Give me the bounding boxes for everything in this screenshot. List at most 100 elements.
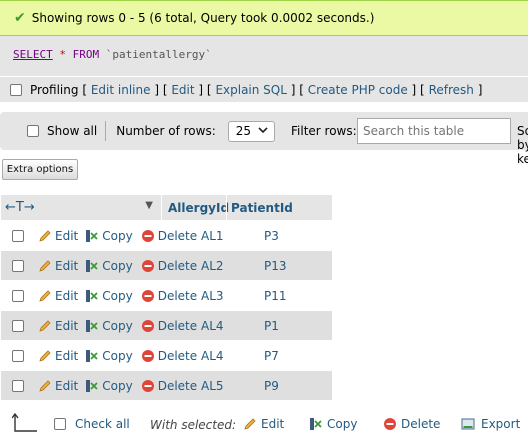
- column-header-allergyid[interactable]: AllergyId: [161, 194, 229, 221]
- row-delete-button[interactable]: Delete: [141, 259, 197, 273]
- explain-sql-link[interactable]: Explain SQL: [215, 83, 287, 97]
- cell-allergyid[interactable]: AL2: [195, 259, 260, 273]
- row-delete-label: Delete: [157, 348, 198, 363]
- copy-icon: [86, 289, 98, 302]
- bracket: [: [82, 82, 88, 97]
- row-edit-label: Edit: [55, 348, 79, 363]
- table-row[interactable]: Edit Copy Delete AL1 P3: [1, 221, 332, 251]
- row-copy-button[interactable]: Copy: [85, 229, 133, 243]
- row-edit-button[interactable]: Edit: [38, 289, 78, 303]
- footer-delete-button[interactable]: Delete: [383, 417, 440, 431]
- row-actions: Edit Copy Delete: [35, 229, 197, 243]
- row-edit-label: Edit: [55, 378, 79, 393]
- cell-allergyid[interactable]: AL5: [195, 379, 260, 393]
- cell-allergyid[interactable]: AL4: [195, 349, 260, 363]
- cell-patientid[interactable]: P13: [260, 259, 332, 273]
- column-header-patientid[interactable]: PatientId: [226, 194, 298, 221]
- rows-label: Number of rows:: [116, 124, 216, 138]
- row-delete-button[interactable]: Delete: [141, 289, 197, 303]
- profiling-label: Profiling: [30, 82, 79, 97]
- footer-edit-button[interactable]: Edit: [243, 417, 284, 431]
- cell-allergyid[interactable]: AL1: [195, 229, 260, 243]
- sql-select-keyword[interactable]: SELECT: [13, 48, 53, 61]
- results-table: ←T→ ▼ AllergyId PatientId Edit Copy Delete…: [1, 194, 332, 401]
- table-row[interactable]: Edit Copy Delete AL4 P1: [1, 311, 332, 341]
- check-all-label[interactable]: Check all: [75, 417, 130, 431]
- row-checkbox[interactable]: [12, 349, 24, 362]
- row-checkbox[interactable]: [12, 229, 24, 242]
- row-edit-button[interactable]: Edit: [38, 349, 78, 363]
- show-all-checkbox[interactable]: [27, 125, 39, 137]
- footer-export-label: Export: [481, 417, 521, 431]
- edit-inline-link[interactable]: Edit inline: [91, 83, 151, 97]
- row-checkbox[interactable]: [12, 379, 24, 392]
- row-delete-label: Delete: [157, 228, 198, 243]
- delete-icon: [141, 349, 154, 362]
- chevron-down-icon: [258, 126, 268, 137]
- row-delete-label: Delete: [157, 258, 198, 273]
- success-message-text: Showing rows 0 - 5 (6 total, Query took …: [31, 11, 375, 25]
- arrow-up-icon: [11, 412, 40, 437]
- row-edit-button[interactable]: Edit: [38, 229, 78, 243]
- cell-allergyid[interactable]: AL4: [195, 319, 260, 333]
- row-copy-button[interactable]: Copy: [85, 289, 133, 303]
- table-row[interactable]: Edit Copy Delete AL5 P9: [1, 371, 332, 401]
- row-checkbox[interactable]: [12, 259, 24, 272]
- row-edit-button[interactable]: Edit: [38, 379, 78, 393]
- show-all-label[interactable]: Show all: [47, 124, 97, 138]
- footer-copy-label: Copy: [327, 417, 358, 431]
- footer-bar: Check all With selected: Edit Copy Delet…: [0, 410, 528, 438]
- create-php-code-link[interactable]: Create PHP code: [308, 83, 408, 97]
- row-edit-button[interactable]: Edit: [38, 319, 78, 333]
- delete-icon: [141, 379, 154, 392]
- row-checkbox[interactable]: [12, 319, 24, 332]
- rows-per-page-select[interactable]: 25: [227, 120, 275, 142]
- footer-export-button[interactable]: Export: [461, 417, 520, 431]
- copy-icon: [86, 259, 98, 272]
- row-edit-label: Edit: [55, 228, 79, 243]
- edit-link[interactable]: Edit: [171, 83, 194, 97]
- row-copy-button[interactable]: Copy: [85, 349, 133, 363]
- profiling-checkbox[interactable]: [10, 83, 22, 96]
- row-delete-label: Delete: [157, 288, 198, 303]
- extra-options-button[interactable]: Extra options: [2, 159, 78, 180]
- cell-patientid[interactable]: P3: [260, 229, 332, 243]
- column-arrows-icon[interactable]: ←T→: [5, 200, 35, 215]
- pencil-icon: [39, 259, 51, 272]
- row-copy-label: Copy: [102, 258, 133, 273]
- table-row[interactable]: Edit Copy Delete AL2 P13: [1, 251, 332, 281]
- footer-delete-label: Delete: [401, 417, 441, 431]
- cell-patientid[interactable]: P9: [260, 379, 332, 393]
- row-delete-button[interactable]: Delete: [141, 379, 197, 393]
- bracket: ] [: [290, 82, 304, 97]
- row-delete-button[interactable]: Delete: [141, 319, 197, 333]
- cell-patientid[interactable]: P1: [260, 319, 332, 333]
- row-copy-label: Copy: [102, 378, 133, 393]
- row-delete-button[interactable]: Delete: [141, 349, 197, 363]
- search-input[interactable]: Search this table: [357, 118, 511, 144]
- footer-copy-button[interactable]: Copy: [309, 417, 357, 431]
- check-all-checkbox[interactable]: [54, 418, 66, 430]
- delete-icon: [141, 259, 154, 272]
- table-row[interactable]: Edit Copy Delete AL4 P7: [1, 341, 332, 371]
- success-message: ✔ Showing rows 0 - 5 (6 total, Query too…: [0, 0, 528, 36]
- row-copy-button[interactable]: Copy: [85, 378, 133, 393]
- row-edit-button[interactable]: Edit: [38, 259, 78, 273]
- table-header: ←T→ ▼ AllergyId PatientId: [1, 194, 332, 221]
- refresh-link[interactable]: Refresh: [429, 83, 474, 97]
- row-copy-button[interactable]: Copy: [85, 258, 133, 273]
- table-row[interactable]: Edit Copy Delete AL3 P11: [1, 281, 332, 311]
- cell-allergyid[interactable]: AL3: [195, 289, 260, 303]
- navigation-bar: Show all Number of rows: 25 Filter rows:…: [0, 112, 528, 166]
- copy-icon: [310, 418, 322, 430]
- row-delete-button[interactable]: Delete: [141, 229, 197, 243]
- cell-patientid[interactable]: P7: [260, 349, 332, 363]
- sort-triangle-icon[interactable]: ▼: [145, 200, 153, 215]
- row-checkbox[interactable]: [12, 289, 24, 302]
- bracket: ] [: [411, 82, 425, 97]
- profiling-bar: Profiling [ Edit inline ] [ Edit ] [ Exp…: [0, 76, 528, 102]
- cell-patientid[interactable]: P11: [260, 289, 332, 303]
- pencil-icon: [244, 418, 256, 430]
- pencil-icon: [39, 349, 51, 362]
- row-copy-button[interactable]: Copy: [85, 319, 133, 333]
